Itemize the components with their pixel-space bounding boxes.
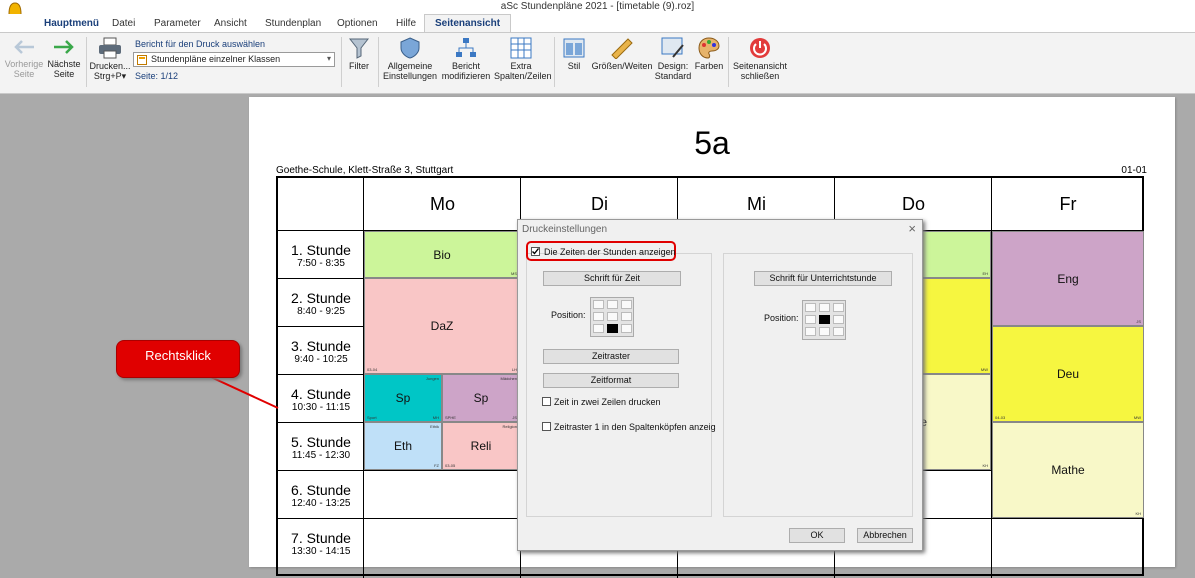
two-lines-checkbox[interactable] bbox=[542, 397, 551, 406]
time-grid-button[interactable]: Zeitraster bbox=[543, 349, 679, 364]
font-lesson-button[interactable]: Schrift für Unterrichtstunde bbox=[754, 271, 892, 286]
time-format-button[interactable]: Zeitformat bbox=[543, 373, 679, 388]
position-label-right: Position: bbox=[764, 313, 799, 323]
checkmark-icon bbox=[532, 248, 540, 255]
time-position-grid[interactable] bbox=[590, 297, 634, 337]
dialog-title: Druckeinstellungen bbox=[522, 224, 608, 235]
close-icon[interactable]: × bbox=[908, 221, 916, 236]
lesson-settings-panel bbox=[723, 253, 913, 517]
callout-rechtsklick: Rechtsklick bbox=[116, 340, 240, 378]
ok-button[interactable]: OK bbox=[789, 528, 845, 543]
lesson-position-grid[interactable] bbox=[802, 300, 846, 340]
show-times-checkbox[interactable] bbox=[531, 247, 540, 256]
print-settings-dialog: Druckeinstellungen × Die Zeiten der Stun… bbox=[517, 219, 923, 551]
grid-in-headers-checkbox[interactable] bbox=[542, 422, 551, 431]
position-label: Position: bbox=[551, 310, 586, 320]
grid-in-headers-label: Zeitraster 1 in den Spaltenköpfen anzeig bbox=[554, 422, 716, 432]
font-time-button[interactable]: Schrift für Zeit bbox=[543, 271, 681, 286]
show-times-label: Die Zeiten der Stunden anzeigen bbox=[544, 247, 676, 257]
cancel-button[interactable]: Abbrechen bbox=[857, 528, 913, 543]
two-lines-label: Zeit in zwei Zeilen drucken bbox=[554, 397, 661, 407]
